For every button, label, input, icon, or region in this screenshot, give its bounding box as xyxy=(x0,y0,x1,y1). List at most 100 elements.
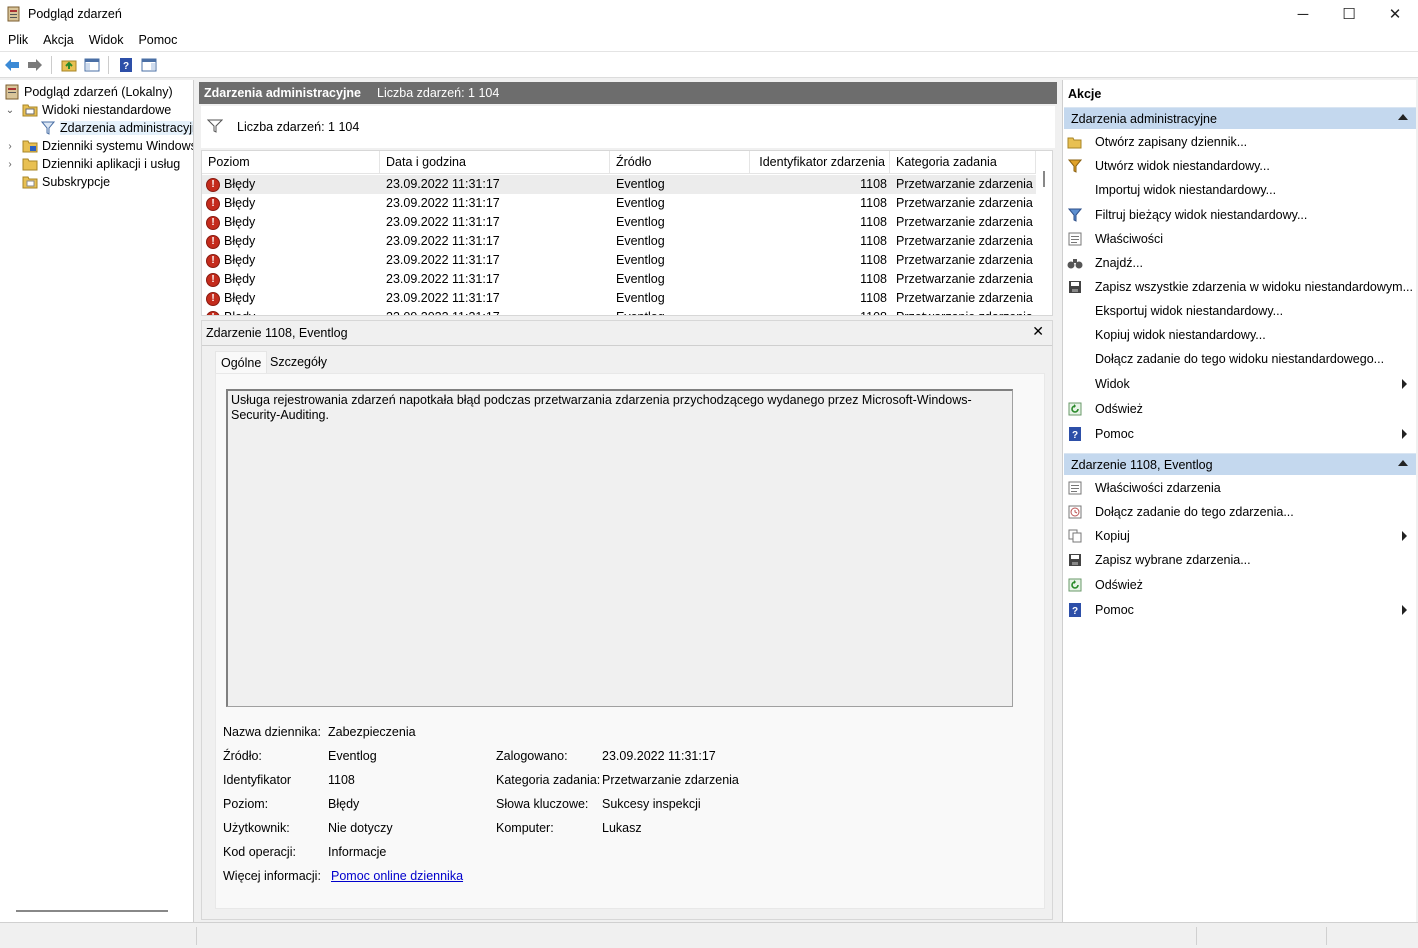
scrollbar-thumb[interactable] xyxy=(1043,171,1045,187)
tree-item-custom-views[interactable]: ⌄ Widoki niestandardowe xyxy=(4,101,171,119)
svg-text:?: ? xyxy=(1072,430,1078,441)
blank-icon xyxy=(1067,182,1083,198)
tree-label: Subskrypcje xyxy=(42,175,111,189)
help-icon: ? xyxy=(1067,426,1083,442)
action-event-properties[interactable]: Właściwości zdarzenia xyxy=(1067,477,1413,499)
back-arrow-icon[interactable] xyxy=(1,54,23,76)
actions-section-event[interactable]: Zdarzenie 1108, Eventlog xyxy=(1064,453,1416,475)
action-refresh[interactable]: Odśwież xyxy=(1067,398,1413,420)
properties-icon xyxy=(1067,480,1083,496)
action-attach-task-to-view[interactable]: Dołącz zadanie do tego widoku niestandar… xyxy=(1067,348,1413,370)
cell-source: Eventlog xyxy=(616,291,665,305)
action-find[interactable]: Znajdź... xyxy=(1067,252,1413,274)
help-icon[interactable]: ? xyxy=(115,54,137,76)
cell-id: 1108 xyxy=(860,215,887,229)
action-view-submenu[interactable]: Widok xyxy=(1067,373,1413,395)
column-header-level[interactable]: Poziom xyxy=(202,151,380,174)
action-import-custom-view[interactable]: Importuj widok niestandardowy... xyxy=(1067,179,1413,201)
online-help-link[interactable]: Pomoc online dziennika xyxy=(331,869,463,883)
show-action-pane-icon[interactable] xyxy=(138,54,160,76)
tab-general[interactable]: Ogólne xyxy=(215,351,268,373)
horizontal-scrollbar[interactable] xyxy=(16,910,168,912)
action-copy-custom-view[interactable]: Kopiuj widok niestandardowy... xyxy=(1067,324,1413,346)
action-label: Kopiuj xyxy=(1095,529,1130,543)
menu-help[interactable]: Pomoc xyxy=(131,33,184,47)
event-message-box[interactable]: Usługa rejestrowania zdarzeń napotkała b… xyxy=(226,389,1013,707)
chevron-right-icon[interactable]: › xyxy=(4,140,16,152)
center-pane: Zdarzenia administracyjne Liczba zdarzeń… xyxy=(199,80,1058,922)
table-row[interactable]: ! Błędy 23.09.2022 11:31:17 Eventlog 1108 Prz… xyxy=(202,213,1036,232)
menu-view[interactable]: Widok xyxy=(82,33,131,47)
show-hide-tree-icon[interactable] xyxy=(81,54,103,76)
view-header: Zdarzenia administracyjne Liczba zdarzeń… xyxy=(199,82,1057,104)
close-icon[interactable]: ✕ xyxy=(1032,323,1044,340)
forward-arrow-icon[interactable] xyxy=(24,54,46,76)
tree-item-admin-events[interactable]: Zdarzenia administracyjne xyxy=(40,119,193,137)
minimize-button[interactable]: ─ xyxy=(1280,0,1326,28)
cell-id: 1108 xyxy=(860,177,887,191)
cell-level: ! Błędy xyxy=(206,289,255,308)
tree-label: Podgląd zdarzeń (Lokalny) xyxy=(24,85,173,99)
action-attach-task-to-event[interactable]: Dołącz zadanie do tego zdarzenia... xyxy=(1067,501,1413,523)
cell-source: Eventlog xyxy=(616,215,665,229)
menu-action[interactable]: Akcja xyxy=(36,33,81,47)
menu-bar: Plik Akcja Widok Pomoc xyxy=(0,28,1418,52)
view-event-count: Liczba zdarzeń: 1 104 xyxy=(377,86,500,100)
table-row[interactable]: ! Błędy 23.09.2022 11:31:17 Eventlog 1108 Prz… xyxy=(202,232,1036,251)
column-header-date[interactable]: Data i godzina xyxy=(380,151,610,174)
cell-level-text: Błędy xyxy=(224,253,256,267)
submenu-arrow-icon xyxy=(1402,379,1407,389)
filter-blue-icon xyxy=(1067,207,1083,223)
collapse-icon[interactable] xyxy=(1398,114,1408,120)
table-row[interactable]: ! Błędy 23.09.2022 11:31:17 Eventlog 1108 Prz… xyxy=(202,308,1036,315)
event-viewer-app-icon xyxy=(6,6,22,22)
filter-icon xyxy=(1067,158,1083,174)
tree-item-subscriptions[interactable]: Subskrypcje xyxy=(22,173,110,191)
chevron-down-icon[interactable]: ⌄ xyxy=(4,104,16,116)
menu-file[interactable]: Plik xyxy=(1,33,35,47)
table-row[interactable]: ! Błędy 23.09.2022 11:31:17 Eventlog 1108 Prz… xyxy=(202,194,1036,213)
cell-source: Eventlog xyxy=(616,253,665,267)
action-help-submenu[interactable]: ? Pomoc xyxy=(1067,599,1413,621)
cell-level-text: Błędy xyxy=(224,234,256,248)
table-row[interactable]: ! Błędy 23.09.2022 11:31:17 Eventlog 1108 Prz… xyxy=(202,289,1036,308)
chevron-right-icon[interactable]: › xyxy=(4,158,16,170)
tab-details[interactable]: Szczegóły xyxy=(265,351,332,373)
up-folder-icon[interactable] xyxy=(58,54,80,76)
action-properties[interactable]: Właściwości xyxy=(1067,228,1413,250)
table-row[interactable]: ! Błędy 23.09.2022 11:31:17 Eventlog 1108 Prz… xyxy=(202,270,1036,289)
cell-level: ! Błędy xyxy=(206,175,255,194)
action-save-all-events[interactable]: Zapisz wszystkie zdarzenia w widoku nies… xyxy=(1067,276,1413,298)
blank-icon xyxy=(1067,351,1083,367)
actions-pane: Akcje Zdarzenia administracyjne Otwórz z… xyxy=(1062,80,1416,922)
action-copy-submenu[interactable]: Kopiuj xyxy=(1067,525,1413,547)
column-header-event-id[interactable]: Identyfikator zdarzenia xyxy=(750,151,890,174)
table-row[interactable]: ! Błędy 23.09.2022 11:31:17 Eventlog 1108 Prz… xyxy=(202,251,1036,270)
vertical-scrollbar[interactable] xyxy=(1036,151,1052,315)
action-export-custom-view[interactable]: Eksportuj widok niestandardowy... xyxy=(1067,300,1413,322)
action-refresh[interactable]: Odśwież xyxy=(1067,574,1413,596)
maximize-button[interactable]: ☐ xyxy=(1326,0,1372,28)
action-save-selected-events[interactable]: Zapisz wybrane zdarzenia... xyxy=(1067,549,1413,571)
column-header-source[interactable]: Źródło xyxy=(610,151,750,174)
action-create-custom-view[interactable]: Utwórz widok niestandardowy... xyxy=(1067,155,1413,177)
detail-title: Zdarzenie 1108, Eventlog xyxy=(206,326,348,340)
label-user: Użytkownik: xyxy=(223,821,290,835)
action-help-submenu[interactable]: ? Pomoc xyxy=(1067,423,1413,445)
actions-header: Akcje xyxy=(1068,87,1102,101)
tree-item-root[interactable]: Podgląd zdarzeń (Lokalny) xyxy=(4,83,173,101)
actions-section-view[interactable]: Zdarzenia administracyjne xyxy=(1064,107,1416,129)
refresh-icon xyxy=(1067,401,1083,417)
cell-level: ! Błędy xyxy=(206,232,255,251)
cell-level-text: Błędy xyxy=(224,291,256,305)
action-label: Dołącz zadanie do tego zdarzenia... xyxy=(1095,505,1294,519)
close-window-button[interactable]: ✕ xyxy=(1372,0,1418,28)
task-clock-icon xyxy=(1067,504,1083,520)
tree-item-app-logs[interactable]: › Dzienniki aplikacji i usług xyxy=(4,155,180,173)
action-filter-current-view[interactable]: Filtruj bieżący widok niestandardowy... xyxy=(1067,204,1413,226)
collapse-icon[interactable] xyxy=(1398,460,1408,466)
table-row[interactable]: ! Błędy 23.09.2022 11:31:17 Eventlog 1108 Prz… xyxy=(202,175,1036,194)
column-header-task-category[interactable]: Kategoria zadania xyxy=(890,151,1036,174)
tree-item-windows-logs[interactable]: › Dzienniki systemu Windows xyxy=(4,137,193,155)
action-open-saved-log[interactable]: Otwórz zapisany dziennik... xyxy=(1067,131,1413,153)
